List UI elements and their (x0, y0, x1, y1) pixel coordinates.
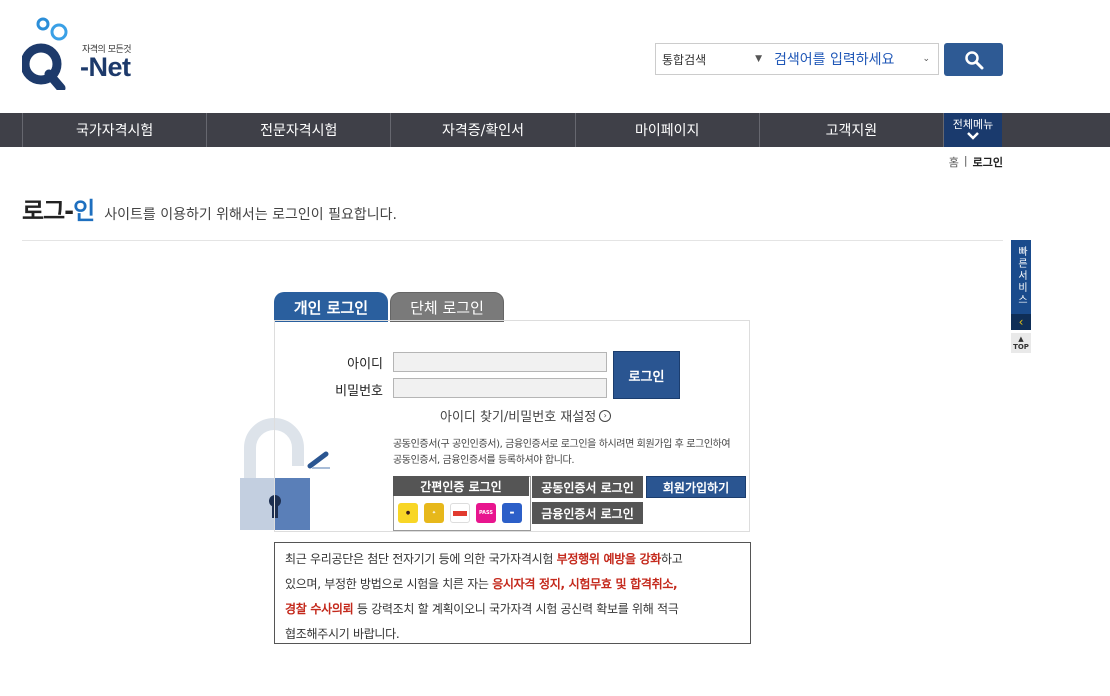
finance-cert-login-button[interactable]: 금융인증서 로그인 (532, 502, 643, 524)
pass-icon[interactable]: PASS (476, 503, 496, 523)
tab-personal-login[interactable]: 개인 로그인 (274, 292, 388, 322)
chevron-right-icon: › (599, 409, 612, 422)
all-menu-label: 전체메뉴 (952, 118, 994, 131)
nav-item-certificates[interactable]: 자격증/확인서 (390, 113, 574, 147)
toss-icon[interactable]: ✦ (424, 503, 444, 523)
logo-text: -Net (80, 52, 131, 82)
id-field[interactable] (393, 352, 607, 372)
chevron-down-icon (967, 132, 979, 140)
nav-item-mypage[interactable]: 마이페이지 (574, 113, 759, 147)
all-menu-button[interactable]: 전체메뉴 (944, 113, 1002, 147)
search-placeholder: 검색어를 입력하세요 (774, 52, 895, 68)
search-scope-select[interactable]: 통합검색 ▼ (656, 44, 770, 74)
chevron-left-icon[interactable]: ‹ (1011, 314, 1031, 330)
certificate-notice: 공동인증서(구 공인인증서), 금융인증서로 로그인을 하시려면 회원가입 후 … (393, 439, 731, 466)
join-button[interactable]: 회원가입하기 (646, 476, 746, 498)
nav-item-professional-exam[interactable]: 전문자격시험 (206, 113, 390, 147)
breadcrumb-separator: | (963, 154, 968, 167)
fraud-warning-box: 최근 우리공단은 첨단 전자기기 등에 의한 국가자격시험 부정행위 예방을 강… (274, 542, 751, 644)
title-divider (22, 240, 1003, 241)
login-button[interactable]: 로그인 (613, 351, 680, 399)
kakao-icon[interactable]: ● (398, 503, 418, 523)
search-input[interactable]: 검색어를 입력하세요 ⌄ (770, 44, 938, 74)
naver-icon[interactable]: ▬ (502, 503, 522, 523)
find-account-link[interactable]: 아이디 찾기/비밀번호 재설정 › (440, 406, 612, 425)
chevron-down-icon: ▼ (755, 54, 762, 64)
id-label: 아이디 (347, 357, 383, 372)
simple-auth-login-button[interactable]: 간편인증 로그인 (393, 476, 529, 496)
breadcrumb-current: 로그인 (972, 156, 1003, 169)
payco-icon[interactable] (450, 503, 470, 523)
page-subtitle: 사이트를 이용하기 위해서는 로그인이 필요합니다. (104, 207, 397, 223)
password-label: 비밀번호 (335, 384, 383, 399)
search-scope-label: 통합검색 (662, 52, 707, 67)
breadcrumb: 홈 | 로그인 (949, 154, 1003, 170)
search-button[interactable] (944, 43, 1003, 76)
joint-cert-login-button[interactable]: 공동인증서 로그인 (532, 476, 643, 498)
password-field[interactable] (393, 378, 607, 398)
top-label: TOP (1013, 343, 1029, 351)
page-title: 로그-인 사이트를 이용하기 위해서는 로그인이 필요합니다. (22, 191, 397, 226)
search-icon (964, 50, 983, 69)
breadcrumb-home[interactable]: 홈 (949, 154, 959, 170)
tab-group-login[interactable]: 단체 로그인 (390, 292, 504, 322)
caret-up-icon: ▲ (1018, 335, 1024, 343)
qnet-logo[interactable]: 자격의 모든것 -Net (20, 14, 142, 93)
nav-item-support[interactable]: 고객지원 (758, 113, 945, 147)
page-title-text: 로그-인 (22, 197, 95, 225)
quick-service-label: 빠른서비스 (1015, 246, 1027, 306)
nav-item-national-exam[interactable]: 국가자격시험 (22, 113, 206, 147)
search-bar: 통합검색 ▼ 검색어를 입력하세요 ⌄ (655, 43, 939, 75)
chevron-down-icon: ⌄ (922, 54, 930, 64)
find-account-label: 아이디 찾기/비밀번호 재설정 (440, 410, 597, 425)
scroll-top-button[interactable]: ▲ TOP (1011, 333, 1031, 353)
